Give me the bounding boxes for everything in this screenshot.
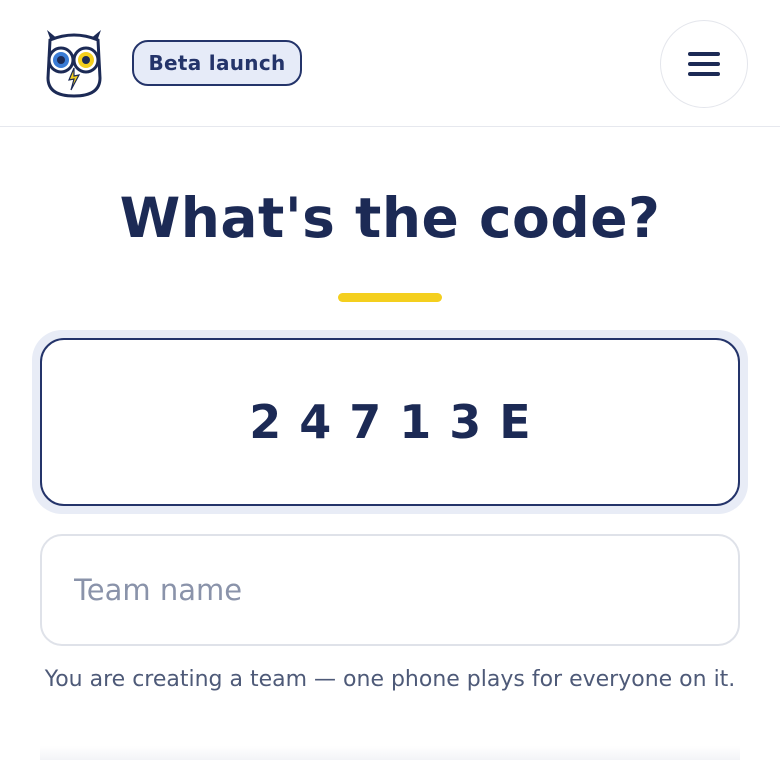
- game-code-input[interactable]: [40, 338, 740, 506]
- team-helper-text: You are creating a team — one phone play…: [44, 667, 736, 692]
- next-section-edge: [40, 746, 740, 760]
- team-name-input[interactable]: [40, 534, 740, 646]
- title-underline: [338, 293, 442, 302]
- hamburger-menu-icon: [688, 52, 720, 76]
- top-bar: Beta launch: [0, 0, 780, 127]
- menu-button[interactable]: [660, 20, 748, 108]
- beta-badge: Beta launch: [132, 40, 302, 86]
- owl-logo-icon[interactable]: [44, 26, 104, 100]
- page-title: What's the code?: [119, 186, 661, 250]
